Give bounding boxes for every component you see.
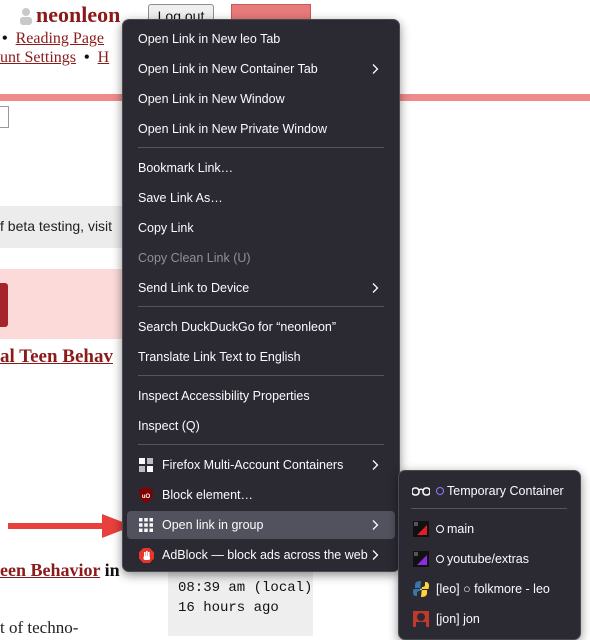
- container-circle-icon: [436, 525, 444, 533]
- menu-adblock[interactable]: AdBlock — block ads across the web: [127, 541, 395, 569]
- red-black-icon: [412, 520, 430, 538]
- reading-page-link[interactable]: Reading Page: [16, 30, 104, 47]
- menu-open-in-container-tab[interactable]: Open Link in New Container Tab: [127, 55, 395, 83]
- submenu-group-main[interactable]: main: [403, 515, 575, 543]
- post-link-2-text[interactable]: een Behavior: [0, 560, 100, 580]
- menu-inspect-accessibility[interactable]: Inspect Accessibility Properties: [127, 382, 395, 410]
- chevron-right-icon: [372, 520, 379, 530]
- post-link[interactable]: al Teen Behav: [0, 346, 113, 368]
- svg-text:uO: uO: [142, 494, 151, 500]
- python-icon: [412, 580, 430, 598]
- menu-search-duckduckgo[interactable]: Search DuckDuckGo for “neonleon”: [127, 313, 395, 341]
- submenu-temporary-container[interactable]: Temporary Container: [403, 477, 575, 505]
- red-arrow-annotation: [8, 514, 133, 538]
- menu-separator: [138, 375, 384, 376]
- ublock-icon: uO: [138, 487, 154, 503]
- body-text: t of techno-: [0, 618, 79, 637]
- chevron-right-icon: [372, 283, 379, 293]
- submenu-group-jon[interactable]: [jon] jon: [403, 605, 575, 633]
- menu-copy-clean-link: Copy Clean Link (U): [138, 251, 251, 265]
- account-settings-link[interactable]: unt Settings: [0, 49, 76, 66]
- post-link-2: een Behavior in: [0, 560, 120, 580]
- search-input[interactable]: [0, 106, 9, 128]
- menu-bookmark-link[interactable]: Bookmark Link…: [127, 154, 395, 182]
- chevron-right-icon: [372, 460, 379, 470]
- beta-text: f beta testing, visit: [0, 218, 113, 234]
- glasses-icon: [412, 482, 430, 500]
- menu-open-in-new-window[interactable]: Open Link in New Window: [127, 85, 395, 113]
- red-action-button[interactable]: [0, 283, 8, 327]
- menu-open-link-in-group[interactable]: Open link in group: [127, 511, 395, 539]
- nav-line-1: • Reading Page: [2, 30, 105, 47]
- container-circle-icon: [436, 487, 444, 495]
- group-submenu: Temporary Container main youtube/extras: [398, 470, 581, 640]
- submenu-separator: [411, 508, 567, 509]
- menu-separator: [138, 444, 384, 445]
- submenu-group-youtube-extras[interactable]: youtube/extras: [403, 545, 575, 573]
- user-icon: [20, 8, 32, 25]
- avatar-icon: [412, 610, 430, 628]
- context-menu: Open Link in New leo Tab Open Link in Ne…: [122, 19, 400, 572]
- menu-separator: [138, 306, 384, 307]
- purple-black-icon: [412, 550, 430, 568]
- grid-icon: [138, 517, 154, 533]
- username-link[interactable]: neonleon: [36, 2, 120, 28]
- submenu-group-folkmore[interactable]: [leo] ○ folkmore - leo: [403, 575, 575, 603]
- local-time: 08:39 am (local): [178, 580, 313, 596]
- menu-copy-link[interactable]: Copy Link: [127, 214, 395, 242]
- containers-icon: [138, 457, 154, 473]
- relative-time: 16 hours ago: [178, 600, 279, 616]
- menu-send-link-to-device[interactable]: Send Link to Device: [127, 274, 395, 302]
- chevron-right-icon: [372, 64, 379, 74]
- nav-line-2: unt Settings • H: [0, 49, 110, 66]
- menu-open-in-private-window[interactable]: Open Link in New Private Window: [127, 115, 395, 143]
- chevron-right-icon: [372, 550, 379, 560]
- container-circle-icon: [436, 555, 444, 563]
- menu-multi-account-containers[interactable]: Firefox Multi-Account Containers: [127, 451, 395, 479]
- adblock-hand-icon: [138, 547, 154, 563]
- menu-save-link-as[interactable]: Save Link As…: [127, 184, 395, 212]
- menu-separator: [138, 147, 384, 148]
- menu-inspect[interactable]: Inspect (Q): [127, 412, 395, 440]
- h-link[interactable]: H: [98, 49, 110, 66]
- menu-block-element[interactable]: uO Block element…: [127, 481, 395, 509]
- menu-translate-link-text[interactable]: Translate Link Text to English: [127, 343, 395, 371]
- notice-panel: [0, 269, 140, 339]
- menu-open-in-leo-tab[interactable]: Open Link in New leo Tab: [127, 25, 395, 53]
